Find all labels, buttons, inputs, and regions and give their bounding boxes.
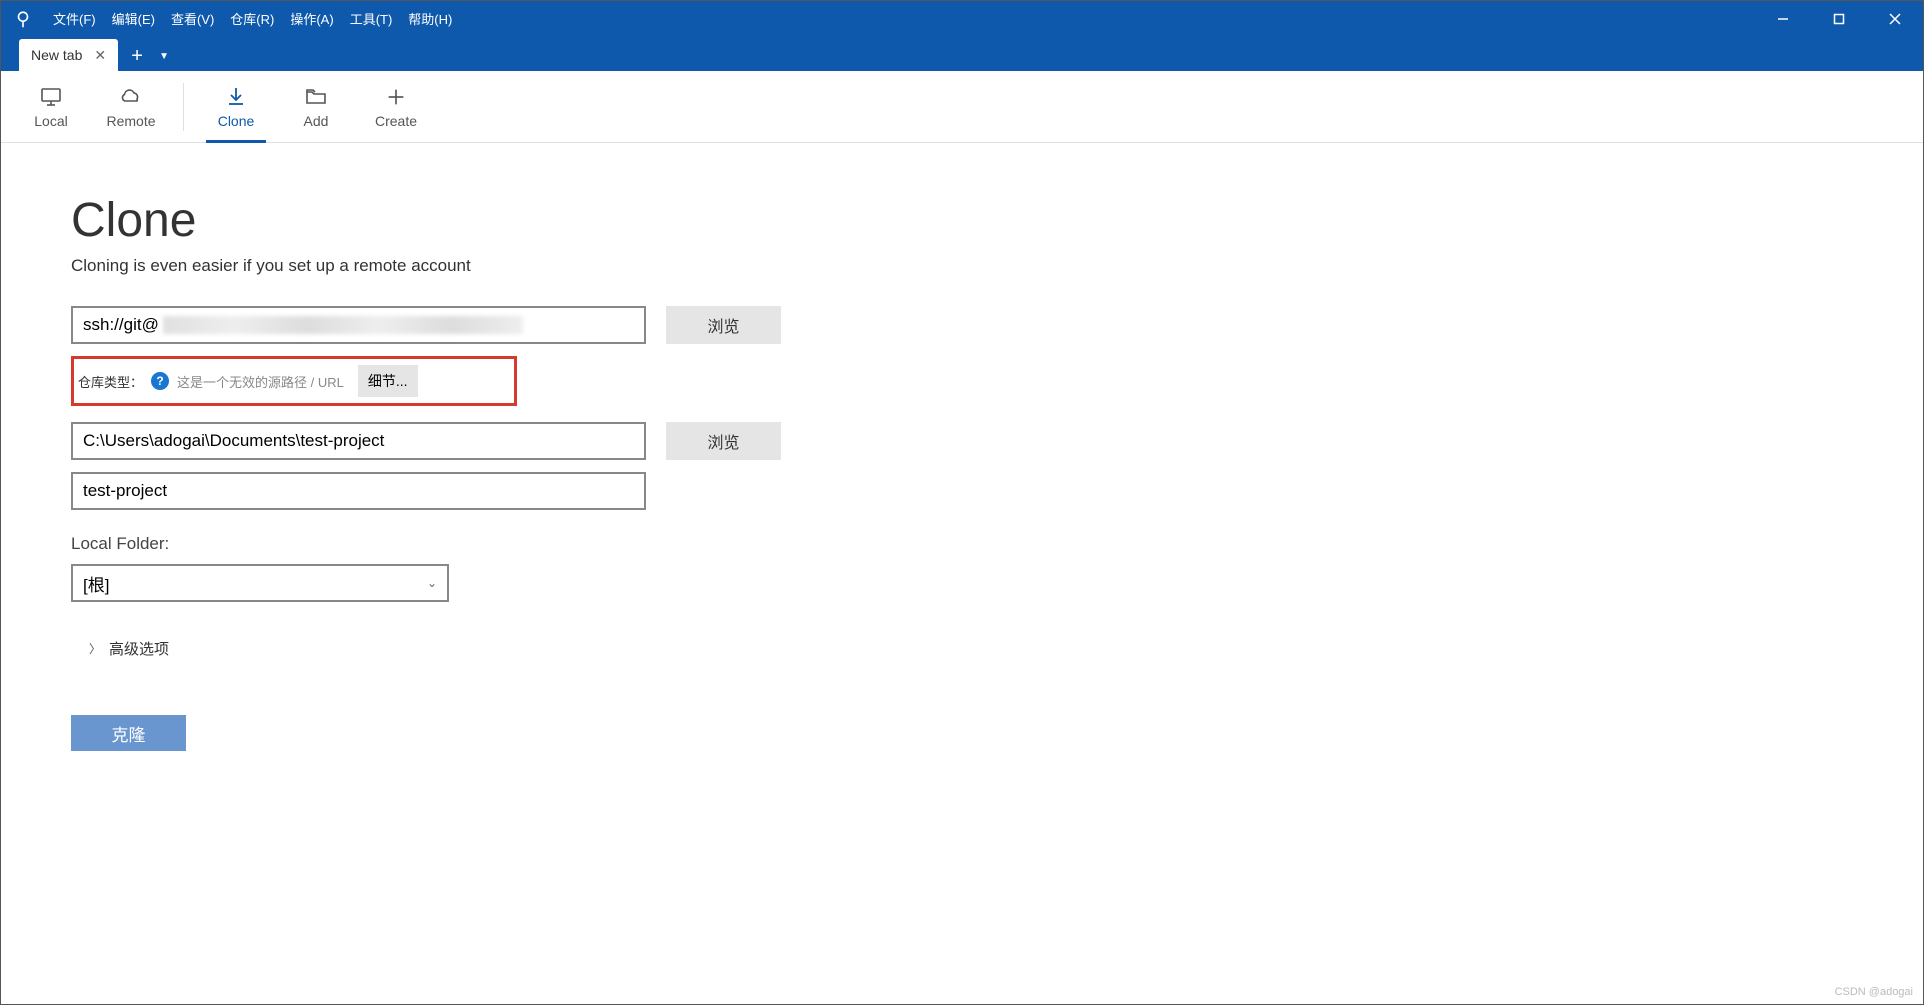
advanced-options-toggle[interactable]: 〉 高级选项 [89,638,1853,659]
close-button[interactable] [1867,1,1923,36]
browse-destination-button[interactable]: 浏览 [666,422,781,460]
repo-type-label: 仓库类型： [78,372,143,391]
plus-icon [384,85,408,109]
source-url-input[interactable]: ssh://git@ [71,306,646,344]
menu-help[interactable]: 帮助(H) [400,1,460,36]
watermark: CSDN @adogai [1835,986,1913,998]
download-icon [224,85,248,109]
toolbar-local-label: Local [34,113,67,129]
menu-action[interactable]: 操作(A) [282,1,341,36]
local-folder-label: Local Folder: [71,534,1853,554]
local-folder-value: [根] [83,571,109,596]
page-title: Clone [71,193,1853,248]
toolbar-local[interactable]: Local [11,71,91,143]
titlebar: 文件(F) 编辑(E) 查看(V) 仓库(R) 操作(A) 工具(T) 帮助(H… [1,1,1923,36]
toolbar-create[interactable]: Create [356,71,436,143]
chevron-right-icon: 〉 [89,640,101,657]
maximize-button[interactable] [1811,1,1867,36]
content: Clone Cloning is even easier if you set … [1,143,1923,801]
tab-new[interactable]: New tab ✕ [19,39,118,71]
toolbar-add-label: Add [304,113,329,129]
redacted-text [163,316,523,334]
clone-button[interactable]: 克隆 [71,715,186,751]
menu-tools[interactable]: 工具(T) [342,1,401,36]
tabbar: New tab ✕ + ▼ [1,36,1923,71]
toolbar-clone[interactable]: Clone [196,71,276,143]
app-logo-icon [13,9,33,29]
menu-edit[interactable]: 编辑(E) [104,1,163,36]
repo-type-validation: 仓库类型： ? 这是一个无效的源路径 / URL 细节... [71,356,517,406]
name-input[interactable] [71,472,646,510]
toolbar-remote[interactable]: Remote [91,71,171,143]
minimize-button[interactable] [1755,1,1811,36]
monitor-icon [39,85,63,109]
new-tab-button[interactable]: + [122,41,152,71]
tab-dropdown-button[interactable]: ▼ [152,41,176,71]
menu-view[interactable]: 查看(V) [163,1,222,36]
page-subtitle: Cloning is even easier if you set up a r… [71,256,1853,276]
chevron-down-icon: ⌄ [427,576,437,590]
toolbar-clone-label: Clone [218,113,255,129]
details-button[interactable]: 细节... [358,365,418,397]
destination-path-input[interactable] [71,422,646,460]
toolbar-remote-label: Remote [106,113,155,129]
toolbar-separator [183,83,184,131]
tab-close-icon[interactable]: ✕ [94,47,106,64]
remote-account-link[interactable]: remote account [354,256,471,275]
question-icon: ? [151,372,169,390]
toolbar-add[interactable]: Add [276,71,356,143]
cloud-icon [119,85,143,109]
menu-repo[interactable]: 仓库(R) [222,1,282,36]
repo-type-message: 这是一个无效的源路径 / URL [177,372,344,391]
folder-open-icon [304,85,328,109]
toolbar-create-label: Create [375,113,417,129]
local-folder-select[interactable]: [根] ⌄ [71,564,449,602]
browse-source-button[interactable]: 浏览 [666,306,781,344]
advanced-label: 高级选项 [109,638,169,659]
toolbar: Local Remote Clone Add Create [1,71,1923,143]
menu-file[interactable]: 文件(F) [45,1,104,36]
tab-label: New tab [31,47,82,63]
